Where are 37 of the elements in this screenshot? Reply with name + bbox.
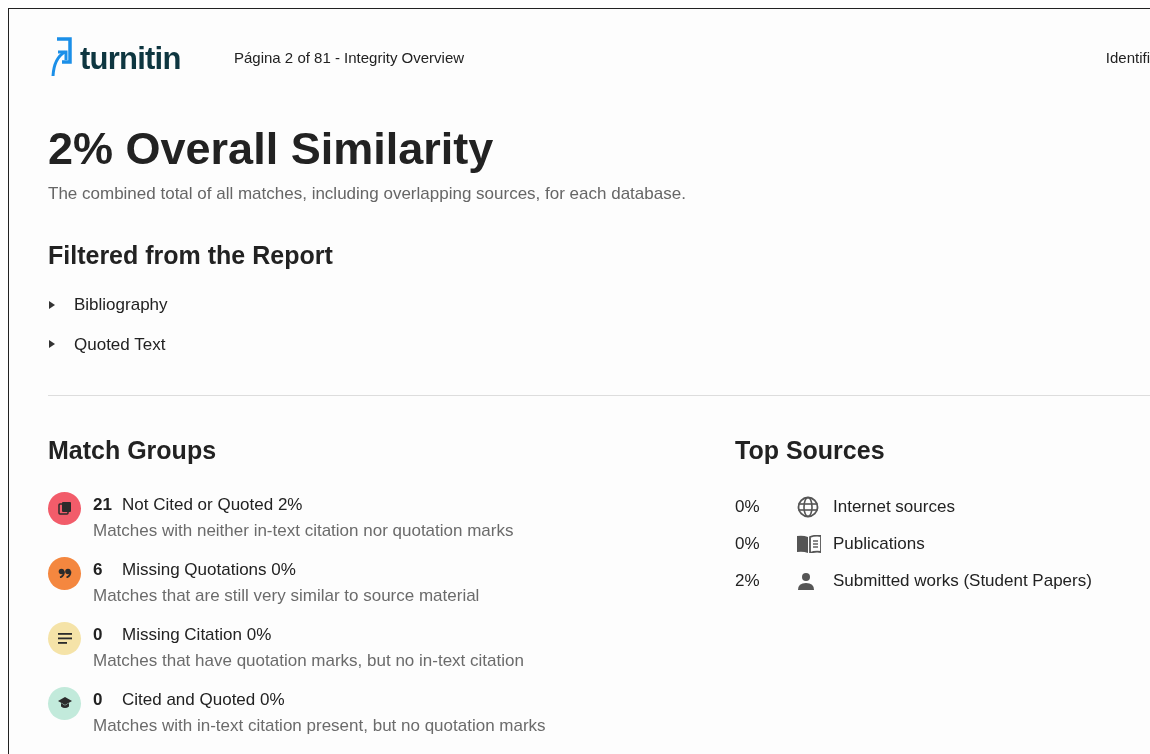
page-info: Página 2 of 81 - Integrity Overview — [234, 47, 465, 68]
section-heading: Top Sources — [735, 435, 885, 466]
group-description: Matches with in-text citation present, but no quotation marks — [93, 714, 546, 737]
group-description: Matches that have quotation marks, but no in-text citation — [93, 649, 524, 672]
source-label: Internet sources — [833, 496, 955, 519]
copy-icon — [57, 501, 72, 515]
match-count: 6 — [93, 558, 104, 581]
source-percent: 0% — [735, 533, 761, 556]
group-label: Missing Quotations 0% — [122, 558, 296, 581]
lines-icon — [57, 632, 72, 644]
group-description: Matches that are still very similar to source material — [93, 584, 480, 607]
caret-right-icon — [48, 340, 56, 349]
quote-icon — [57, 568, 72, 578]
page-title: 2% Overall Similarity — [48, 122, 494, 176]
group-label: Missing Citation 0% — [122, 623, 272, 646]
section-heading: Match Groups — [48, 435, 217, 466]
source-percent: 2% — [735, 570, 761, 593]
source-label: Publications — [833, 533, 925, 556]
book-icon — [797, 535, 821, 553]
filter-item[interactable]: Bibliography — [48, 292, 168, 318]
graduation-cap-icon — [57, 697, 72, 709]
match-count: 0 — [93, 688, 104, 711]
filter-item[interactable]: Quoted Text — [48, 331, 166, 357]
match-count: 0 — [93, 623, 104, 646]
match-count: 21 — [93, 493, 113, 516]
page-subtitle: The combined total of all matches, including overlapping sources, for each database. — [48, 183, 686, 205]
header-text: Identifi — [1105, 47, 1150, 68]
section-heading: Filtered from the Report — [48, 239, 333, 271]
source-percent: 0% — [735, 496, 761, 519]
group-description: Matches with neither in-text citation nor quotation marks — [93, 519, 514, 542]
group-label: Not Cited or Quoted 2% — [122, 493, 303, 516]
person-icon — [797, 572, 815, 590]
source-label: Submitted works (Student Papers) — [833, 570, 1092, 593]
group-label: Cited and Quoted 0% — [122, 688, 285, 711]
globe-icon — [797, 496, 819, 518]
caret-right-icon — [48, 300, 56, 309]
logo-text: turnitin — [80, 42, 181, 74]
